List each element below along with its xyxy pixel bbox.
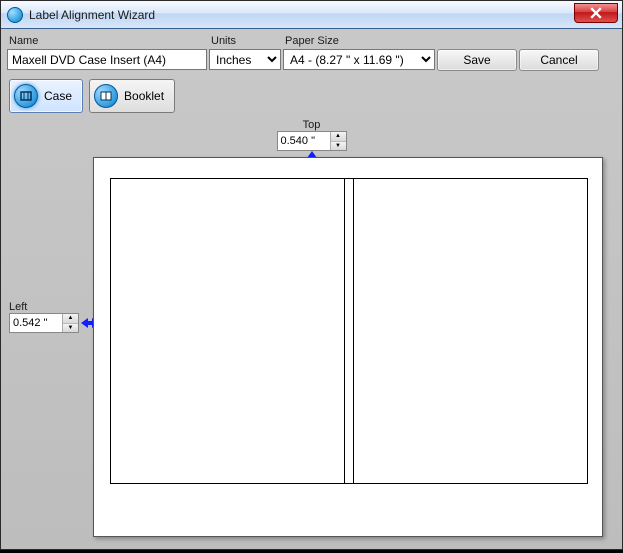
titlebar[interactable]: Label Alignment Wizard: [1, 1, 622, 29]
app-icon: [7, 7, 23, 23]
name-input[interactable]: [7, 49, 207, 70]
close-button[interactable]: [574, 3, 618, 23]
top-margin-input[interactable]: [278, 132, 330, 150]
left-margin-label: Left: [9, 301, 27, 313]
tab-bar: Case Booklet: [9, 79, 616, 113]
top-margin-spinner[interactable]: ▲ ▼: [277, 131, 347, 151]
left-margin-input[interactable]: [10, 314, 62, 332]
left-margin-down[interactable]: ▼: [63, 324, 78, 333]
label-outline: [110, 178, 588, 484]
top-margin-label: Top: [303, 119, 321, 131]
units-select[interactable]: Inches: [209, 49, 281, 70]
paper-preview: [93, 157, 603, 537]
preview-area: Top ▲ ▼ Left ▲ ▼: [9, 119, 614, 553]
left-margin-up[interactable]: ▲: [63, 314, 78, 324]
tab-booklet[interactable]: Booklet: [89, 79, 175, 113]
tab-case[interactable]: Case: [9, 79, 83, 113]
name-label: Name: [7, 33, 207, 49]
left-margin-control: Left ▲ ▼: [9, 299, 99, 333]
tab-booklet-label: Booklet: [124, 89, 164, 103]
left-margin-spinner[interactable]: ▲ ▼: [9, 313, 79, 333]
cancel-button[interactable]: Cancel: [519, 49, 599, 71]
window-title: Label Alignment Wizard: [29, 8, 155, 22]
top-margin-down[interactable]: ▼: [331, 142, 346, 151]
save-button[interactable]: Save: [437, 49, 517, 71]
close-icon: [590, 7, 602, 19]
window-frame: Label Alignment Wizard Name Units Inches…: [0, 0, 623, 550]
paper-size-select[interactable]: A4 - (8.27 " x 11.69 "): [283, 49, 435, 70]
toolbar: Name Units Inches Paper Size A4 - (8.27 …: [7, 33, 616, 71]
case-icon: [14, 84, 38, 108]
units-label: Units: [209, 33, 281, 49]
paper-size-label: Paper Size: [283, 33, 435, 49]
top-margin-up[interactable]: ▲: [331, 132, 346, 142]
label-spine-divider: [344, 179, 354, 483]
tab-case-label: Case: [44, 89, 72, 103]
booklet-icon: [94, 84, 118, 108]
